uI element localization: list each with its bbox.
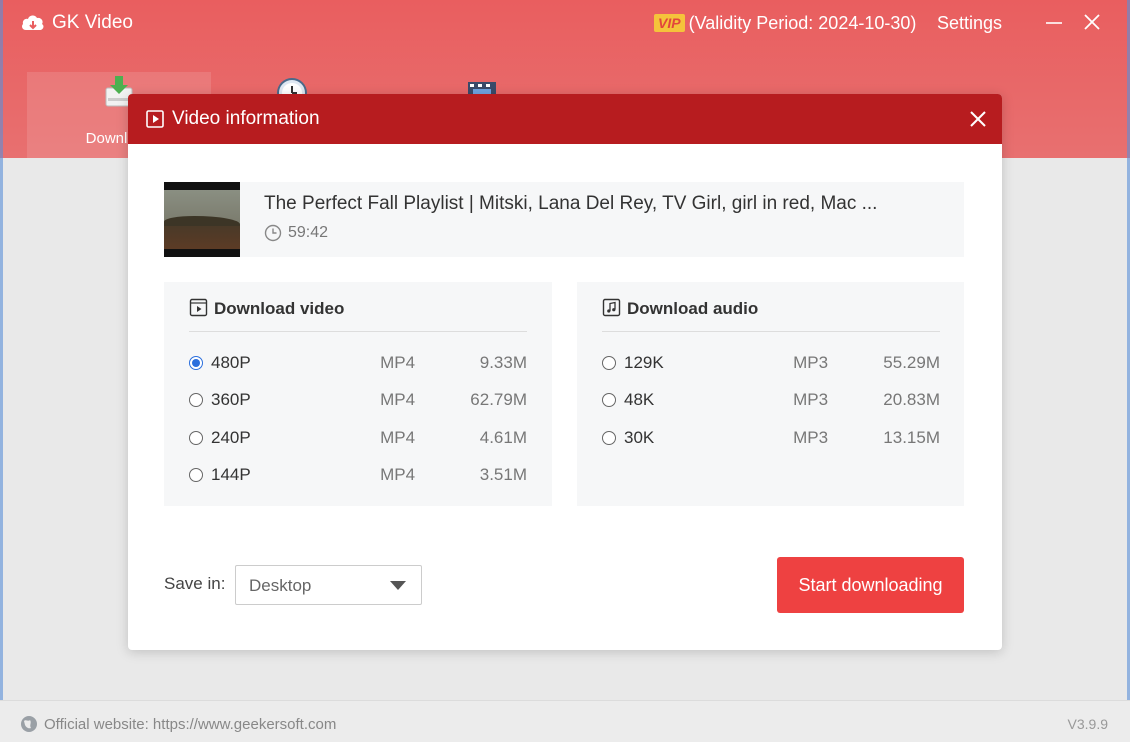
radio-button[interactable]: [602, 356, 616, 370]
option-format: MP4: [380, 390, 416, 409]
audio-option-129k[interactable]: 129K MP3 55.29M: [602, 350, 940, 376]
close-icon: [970, 111, 986, 127]
video-option-240p[interactable]: 240P MP4 4.61M: [189, 425, 527, 451]
option-quality: 129K: [624, 353, 664, 372]
app-title: GK Video: [52, 12, 133, 33]
option-format: MP4: [380, 353, 416, 372]
radio-button[interactable]: [189, 393, 203, 407]
globe-icon: [21, 716, 37, 732]
option-size: 13.15M: [883, 428, 940, 447]
option-format: MP3: [793, 390, 829, 409]
video-play-icon: [146, 110, 164, 128]
official-website-text: Official website: https://www.geekersoft…: [44, 715, 337, 733]
cloud-download-icon: [22, 15, 44, 30]
duration-text: 59:42: [288, 224, 329, 241]
clock-icon: [264, 224, 282, 242]
save-location-select[interactable]: Desktop: [235, 565, 422, 605]
minimize-icon: [1046, 22, 1062, 24]
window-border-left: [0, 0, 3, 742]
option-format: MP4: [380, 428, 416, 447]
download-video-title: Download video: [214, 299, 345, 318]
video-thumbnail: [164, 182, 240, 257]
start-downloading-button[interactable]: Start downloading: [777, 557, 964, 613]
radio-button[interactable]: [602, 431, 616, 445]
dialog-header: Video information: [128, 94, 1002, 144]
download-audio-panel: Download audio 129K MP3 55.29M 48K MP3 2…: [577, 282, 964, 506]
dialog-title: Video information: [172, 108, 320, 129]
app-version: V3.9.9: [1067, 716, 1108, 732]
minimize-button[interactable]: [1042, 10, 1066, 34]
save-in-label: Save in:: [164, 574, 226, 593]
option-quality: 144P: [211, 465, 251, 484]
music-file-icon: [602, 298, 621, 317]
video-option-360p[interactable]: 360P MP4 62.79M: [189, 387, 527, 413]
validity-period: (Validity Period: 2024-10-30): [688, 12, 917, 33]
settings-button[interactable]: Settings: [937, 10, 1002, 36]
video-title: The Perfect Fall Playlist | Mitski, Lana…: [264, 193, 878, 214]
vip-badge: VIP: [654, 14, 685, 32]
download-video-panel: Download video 480P MP4 9.33M 360P MP4 6…: [164, 282, 552, 506]
save-location-value: Desktop: [249, 576, 312, 595]
video-information-dialog: Video information The Perfect Fall Playl…: [128, 94, 1002, 650]
option-format: MP3: [793, 428, 829, 447]
official-website[interactable]: Official website: https://www.geekersoft…: [20, 715, 336, 733]
download-audio-title: Download audio: [627, 299, 759, 318]
footer: Official website: https://www.geekersoft…: [0, 700, 1130, 742]
option-size: 3.51M: [479, 465, 527, 484]
option-quality: 360P: [211, 390, 251, 409]
option-size: 9.33M: [479, 353, 527, 372]
radio-button[interactable]: [189, 356, 203, 370]
option-size: 55.29M: [883, 353, 940, 372]
option-quality: 48K: [624, 390, 655, 409]
video-card: The Perfect Fall Playlist | Mitski, Lana…: [164, 182, 964, 257]
download-video-header: Download video: [189, 298, 527, 332]
radio-button[interactable]: [602, 393, 616, 407]
caret-down-icon: [390, 581, 406, 590]
app-logo: GK Video: [20, 10, 133, 36]
radio-button[interactable]: [189, 468, 203, 482]
video-option-144p[interactable]: 144P MP4 3.51M: [189, 462, 527, 488]
download-audio-header: Download audio: [602, 298, 940, 332]
dialog-close-button[interactable]: [966, 107, 990, 131]
radio-button[interactable]: [189, 431, 203, 445]
video-option-480p[interactable]: 480P MP4 9.33M: [189, 350, 527, 376]
option-quality: 480P: [211, 353, 251, 372]
option-format: MP3: [793, 353, 829, 372]
vip-area: VIP (Validity Period: 2024-10-30): [654, 10, 916, 36]
audio-option-48k[interactable]: 48K MP3 20.83M: [602, 387, 940, 413]
option-size: 4.61M: [479, 428, 527, 447]
close-icon: [1084, 14, 1100, 30]
option-size: 62.79M: [470, 390, 527, 409]
option-size: 20.83M: [883, 390, 940, 409]
option-quality: 240P: [211, 428, 251, 447]
video-duration: 59:42: [264, 224, 328, 242]
option-quality: 30K: [624, 428, 655, 447]
close-window-button[interactable]: [1080, 10, 1104, 34]
video-file-icon: [189, 298, 208, 317]
audio-option-30k[interactable]: 30K MP3 13.15M: [602, 425, 940, 451]
option-format: MP4: [380, 465, 416, 484]
